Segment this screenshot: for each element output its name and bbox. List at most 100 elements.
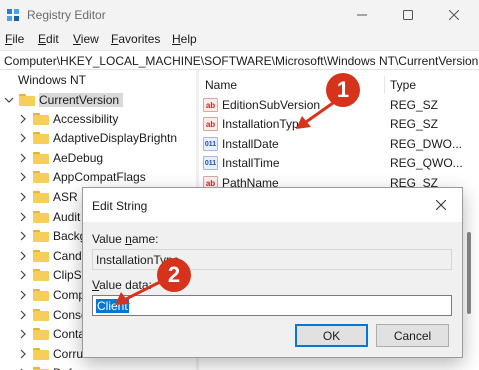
chevron-right-icon[interactable] — [18, 192, 28, 202]
string-value-icon: ab — [203, 97, 218, 112]
chevron-right-icon[interactable] — [18, 310, 28, 320]
folder-icon — [33, 112, 49, 125]
tree-item-clipsv[interactable]: ClipSV — [18, 266, 90, 285]
value-name: InstallationType — [222, 117, 306, 131]
tree-item-label: AppCompatFlags — [53, 170, 146, 185]
menu-file[interactable]: File — [5, 32, 24, 46]
string-value-icon: ab — [203, 117, 218, 131]
folder-icon — [33, 347, 49, 360]
chevron-down-icon[interactable] — [4, 95, 14, 105]
column-header-type[interactable]: Type — [390, 78, 416, 92]
column-header-name[interactable]: Name — [205, 78, 237, 92]
menu-help[interactable]: Help — [172, 32, 197, 46]
value-type: REG_DWO... — [390, 136, 463, 151]
tree-item-comp[interactable]: Comp — [18, 285, 85, 304]
scrollbar-thumb[interactable] — [467, 232, 471, 314]
tree-item-corru[interactable]: Corru — [18, 344, 83, 363]
chevron-right-icon[interactable] — [18, 290, 28, 300]
menu-edit[interactable]: Edit — [38, 32, 59, 46]
binary-value-icon: 011 — [203, 156, 218, 170]
chevron-right-icon[interactable] — [18, 212, 28, 222]
tree-item-aedebug[interactable]: AeDebug — [18, 148, 103, 167]
chevron-right-icon[interactable] — [18, 172, 28, 182]
tree-item-currentversion[interactable]: CurrentVersion — [4, 90, 124, 109]
folder-icon — [33, 171, 49, 184]
menu-edit-label: dit — [46, 32, 59, 46]
tree-item-label: Comp — [53, 287, 86, 302]
chevron-right-icon[interactable] — [18, 153, 28, 163]
menu-help-key: H — [172, 32, 181, 46]
tree-item-label: Corru — [53, 346, 84, 361]
tree-item-conso[interactable]: Conso — [18, 305, 88, 324]
close-icon — [449, 10, 459, 20]
close-button[interactable] — [431, 0, 477, 30]
tree-item-label: AeDebug — [53, 150, 104, 165]
folder-icon — [33, 269, 49, 282]
menu-bar: File Edit View Favorites Help — [0, 30, 479, 50]
cancel-button[interactable]: Cancel — [376, 324, 449, 347]
tree-item-backg[interactable]: Backg — [18, 227, 86, 246]
minimize-button[interactable] — [339, 0, 385, 30]
chevron-right-icon[interactable] — [18, 251, 28, 261]
tree-item-appcompatflags[interactable]: AppCompatFlags — [18, 168, 146, 187]
menu-view-label: iew — [80, 32, 99, 46]
dialog-close-button[interactable] — [428, 193, 454, 217]
chevron-right-icon[interactable] — [18, 114, 28, 124]
value-row[interactable]: 011 InstallTime REG_QWO... — [203, 154, 473, 173]
value-type: REG_SZ — [390, 97, 439, 112]
chevron-right-icon[interactable] — [18, 231, 28, 241]
edit-string-dialog: Edit String Value name: InstallationType… — [82, 187, 463, 358]
address-bar[interactable]: Computer\HKEY_LOCAL_MACHINE\SOFTWARE\Mic… — [0, 50, 479, 70]
column-separator[interactable] — [384, 76, 385, 94]
tree-item-label: Windows NT — [18, 72, 87, 87]
folder-icon — [33, 210, 49, 223]
tree-item-label: Accessibility — [53, 111, 119, 126]
value-data-text: Client — [96, 299, 129, 313]
tree-item-candi[interactable]: Candi — [18, 246, 84, 265]
folder-icon — [33, 230, 49, 243]
tree-item-label: AdaptiveDisplayBrightn — [53, 131, 178, 146]
menu-edit-key: E — [38, 32, 47, 46]
tree-item-adaptivedisplaybrightn[interactable]: AdaptiveDisplayBrightn — [18, 129, 177, 148]
chevron-right-icon[interactable] — [18, 133, 28, 143]
tree-item-defau[interactable]: Defau — [18, 364, 85, 370]
tree-item-accessibility[interactable]: Accessibility — [18, 109, 118, 128]
chevron-right-icon[interactable] — [18, 270, 28, 280]
menu-help-label: elp — [180, 32, 197, 46]
value-data-input[interactable]: Client — [92, 295, 452, 316]
menu-view-key: V — [73, 32, 81, 46]
folder-icon — [33, 190, 49, 203]
value-row[interactable]: 011 InstallDate REG_DWO... — [203, 134, 473, 153]
folder-icon — [33, 151, 49, 164]
minimize-icon — [357, 14, 367, 16]
value-type: REG_SZ — [390, 117, 439, 131]
menu-favorites-label: avorites — [118, 32, 161, 46]
ok-button[interactable]: OK — [295, 324, 368, 347]
dialog-title: Edit String — [92, 199, 148, 213]
menu-view[interactable]: View — [73, 32, 99, 46]
tree-item-audit[interactable]: Audit — [18, 207, 80, 226]
value-name: EditionSubVersion — [222, 97, 321, 112]
value-data-label: Value data: — [92, 278, 152, 292]
tree-item-asr[interactable]: ASR — [18, 187, 78, 206]
folder-icon — [33, 288, 49, 301]
maximize-button[interactable] — [385, 0, 431, 30]
chevron-right-icon[interactable] — [18, 349, 28, 359]
chevron-right-icon[interactable] — [18, 329, 28, 339]
value-name: InstallDate — [222, 136, 279, 151]
tree-item-label: ASR — [53, 189, 78, 204]
folder-open-icon — [19, 93, 35, 106]
window-title: Registry Editor — [27, 8, 106, 22]
close-icon — [436, 200, 446, 210]
menu-favorites[interactable]: Favorites — [111, 32, 160, 46]
value-row[interactable]: ab InstallationType REG_SZ — [203, 115, 473, 134]
value-name-label: Value name: — [92, 232, 159, 246]
folder-icon — [33, 249, 49, 262]
tree-item-windows-nt[interactable]: Windows NT — [18, 70, 86, 89]
label-part: ame: — [131, 232, 159, 246]
label-part: alue data: — [99, 278, 152, 292]
tree-item-label: Defau — [53, 366, 85, 370]
tree-item-label: CurrentVersion — [39, 92, 124, 107]
folder-icon — [33, 132, 49, 145]
tree-item-conta[interactable]: Conta — [18, 325, 85, 344]
